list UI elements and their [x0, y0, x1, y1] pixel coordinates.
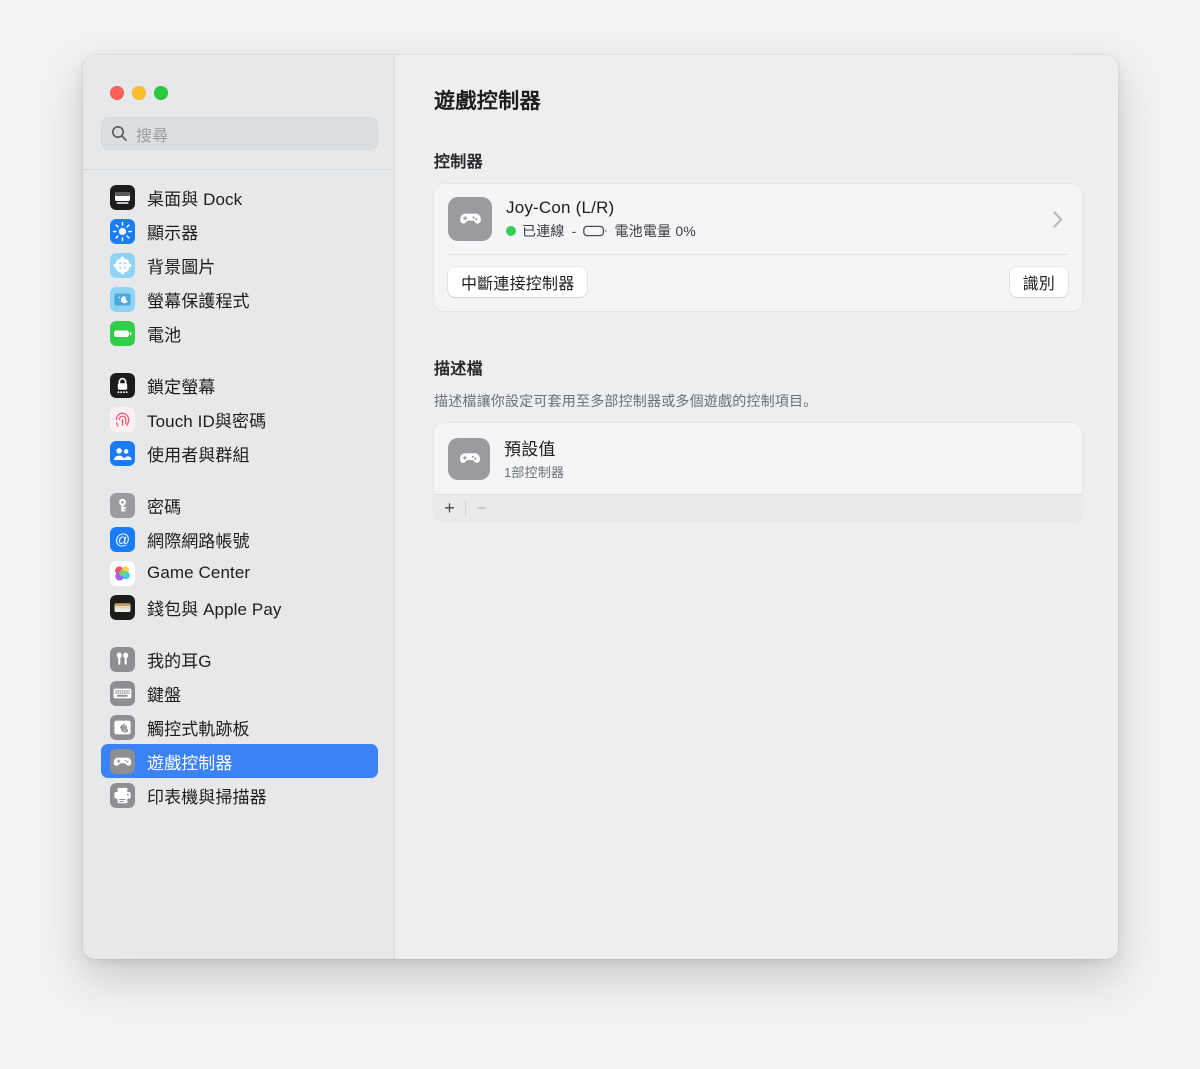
lock-screen-icon [110, 372, 135, 398]
sidebar-nav: 桌面與 Dock 顯示器 背景圖片 螢幕保護程式 電池 鎖定螢幕 Touch I… [83, 170, 394, 959]
profiles-list: 預設值 1部控制器 [434, 423, 1082, 494]
sidebar-item-label: 桌面與 Dock [147, 189, 243, 209]
battery-empty-icon [583, 224, 608, 238]
sidebar-item-internet-accounts[interactable]: @ 網際網路帳號 [101, 522, 378, 556]
status-connected-dot [506, 225, 516, 236]
profiles-section-description: 描述檔讓你設定可套用至多部控制器或多個遊戲的控制項目。 [434, 393, 818, 409]
minimize-window-button[interactable] [132, 86, 146, 100]
controller-info: Joy-Con (L/R) 已連線 - 電池電量 0% [506, 198, 1038, 241]
sidebar-item-label: 顯示器 [147, 223, 199, 243]
sidebar-item-users-groups[interactable]: 使用者與群組 [101, 436, 378, 470]
sidebar-item-displays[interactable]: 顯示器 [101, 214, 378, 248]
profiles-section: 描述檔 描述檔讓你設定可套用至多部控制器或多個遊戲的控制項目。 預設值 1部控制… [434, 355, 1082, 521]
battery-icon [110, 320, 135, 346]
sidebar-item-label: 密碼 [147, 497, 182, 517]
game-controller-icon [448, 197, 492, 241]
wallet-apple-pay-icon [110, 594, 135, 620]
sidebar-item-lock-screen[interactable]: 鎖定螢幕 [101, 368, 378, 402]
sidebar-item-printers-scanners[interactable]: 印表機與掃描器 [101, 778, 378, 812]
search-placeholder: 搜尋 [136, 127, 169, 145]
sidebar-item-wallet-apple-pay[interactable]: 錢包與 Apple Pay [101, 590, 378, 624]
window-traffic-lights [83, 55, 394, 117]
close-window-button[interactable] [110, 86, 124, 100]
zoom-window-button[interactable] [154, 86, 168, 100]
add-profile-button[interactable]: + [434, 495, 465, 521]
sidebar-item-label: 我的耳G [147, 651, 212, 671]
detail-pane: 遊戲控制器 控制器 Joy-Con (L/R) 已連線 - 電池電量 0% 中斷… [395, 55, 1118, 959]
profiles-list-footer: + − [434, 494, 1082, 521]
sidebar-group-appearance: 桌面與 Dock 顯示器 背景圖片 螢幕保護程式 電池 [101, 180, 378, 350]
chevron-right-icon[interactable] [1052, 210, 1068, 229]
sidebar-item-passwords[interactable]: 密碼 [101, 488, 378, 522]
sidebar-item-label: 電池 [147, 325, 182, 345]
sidebar-item-label: 使用者與群組 [147, 445, 250, 465]
svg-text:@: @ [115, 531, 130, 548]
desktop-dock-icon [110, 184, 135, 210]
connection-status-text: 已連線 [522, 222, 565, 239]
sidebar-item-label: 網際網路帳號 [147, 531, 250, 551]
game-center-icon [110, 560, 135, 586]
sidebar-item-keyboard[interactable]: 鍵盤 [101, 676, 378, 710]
disconnect-controller-button[interactable]: 中斷連接控制器 [448, 267, 588, 297]
sidebar-item-label: 螢幕保護程式 [147, 291, 250, 311]
profile-info: 預設值 1部控制器 [504, 435, 564, 482]
profiles-section-heading: 描述檔 [434, 361, 483, 378]
game-controller-icon [448, 437, 490, 480]
controller-row[interactable]: Joy-Con (L/R) 已連線 - 電池電量 0% [434, 184, 1082, 254]
profile-name: 預設值 [504, 440, 556, 459]
status-separator: - [571, 222, 577, 239]
trackpad-icon [110, 714, 135, 740]
users-groups-icon [110, 440, 135, 466]
battery-level-text: 電池電量 0% [614, 222, 697, 239]
displays-icon [110, 218, 135, 244]
sidebar-item-label: 鍵盤 [147, 685, 182, 705]
sidebar-item-label: 觸控式軌跡板 [147, 719, 250, 739]
sidebar-item-label: Game Center [147, 563, 251, 582]
controller-name: Joy-Con (L/R) [506, 197, 615, 217]
sidebar-item-battery[interactable]: 電池 [101, 316, 378, 350]
sidebar-item-wallpaper[interactable]: 背景圖片 [101, 248, 378, 282]
sidebar-item-touch-id[interactable]: Touch ID與密碼 [101, 402, 378, 436]
sidebar-item-desktop-dock[interactable]: 桌面與 Dock [101, 180, 378, 214]
sidebar-item-label: 印表機與掃描器 [147, 787, 267, 807]
sidebar-item-game-center[interactable]: Game Center [101, 556, 378, 590]
search-icon [111, 125, 128, 142]
passwords-key-icon [110, 492, 135, 518]
sidebar-item-screensaver[interactable]: 螢幕保護程式 [101, 282, 378, 316]
sidebar-group-devices: 我的耳G 鍵盤 觸控式軌跡板 遊戲控制器 印表機與掃描器 [101, 642, 378, 812]
touch-id-icon [110, 406, 135, 432]
controller-status: 已連線 - 電池電量 0% [506, 221, 1038, 241]
sidebar: 搜尋 桌面與 Dock 顯示器 背景圖片 螢幕保護程式 電池 鎖定螢幕 Touc… [83, 55, 395, 959]
search-field[interactable]: 搜尋 [101, 117, 378, 150]
sidebar-item-trackpad[interactable]: 觸控式軌跡板 [101, 710, 378, 744]
sidebar-item-label: 錢包與 Apple Pay [147, 599, 282, 619]
sidebar-item-game-controllers[interactable]: 遊戲控制器 [101, 744, 378, 778]
printers-scanners-icon [110, 782, 135, 808]
remove-profile-button[interactable]: − [466, 495, 497, 521]
keyboard-icon [110, 680, 135, 706]
page-title: 遊戲控制器 [434, 90, 541, 113]
screensaver-icon [110, 286, 135, 312]
airpods-icon [110, 646, 135, 672]
search-container: 搜尋 [83, 117, 394, 150]
game-controller-icon [110, 748, 135, 774]
profiles-card: 預設值 1部控制器 + − [434, 423, 1082, 521]
sidebar-item-airpods[interactable]: 我的耳G [101, 642, 378, 676]
screenshot-root: 搜尋 桌面與 Dock 顯示器 背景圖片 螢幕保護程式 電池 鎖定螢幕 Touc… [0, 0, 1200, 1069]
identify-controller-button[interactable]: 識別 [1009, 267, 1068, 297]
controllers-section-heading: 控制器 [434, 154, 483, 171]
controllers-card: Joy-Con (L/R) 已連線 - 電池電量 0% 中斷連接控制器 識別 [434, 184, 1082, 311]
profile-controller-count: 1部控制器 [504, 465, 565, 480]
sidebar-item-label: Touch ID與密碼 [147, 411, 267, 431]
sidebar-item-label: 背景圖片 [147, 257, 216, 277]
sidebar-group-accounts: 密碼 @ 網際網路帳號 Game Center 錢包與 Apple Pay [101, 488, 378, 624]
controller-actions-row: 中斷連接控制器 識別 [434, 255, 1082, 311]
sidebar-item-label: 遊戲控制器 [147, 753, 233, 773]
wallpaper-icon [110, 252, 135, 278]
sidebar-group-security: 鎖定螢幕 Touch ID與密碼 使用者與群組 [101, 368, 378, 470]
internet-accounts-icon: @ [110, 526, 135, 552]
system-settings-window: 搜尋 桌面與 Dock 顯示器 背景圖片 螢幕保護程式 電池 鎖定螢幕 Touc… [83, 55, 1118, 959]
sidebar-item-label: 鎖定螢幕 [147, 377, 216, 397]
list-item[interactable]: 預設值 1部控制器 [434, 423, 1082, 494]
